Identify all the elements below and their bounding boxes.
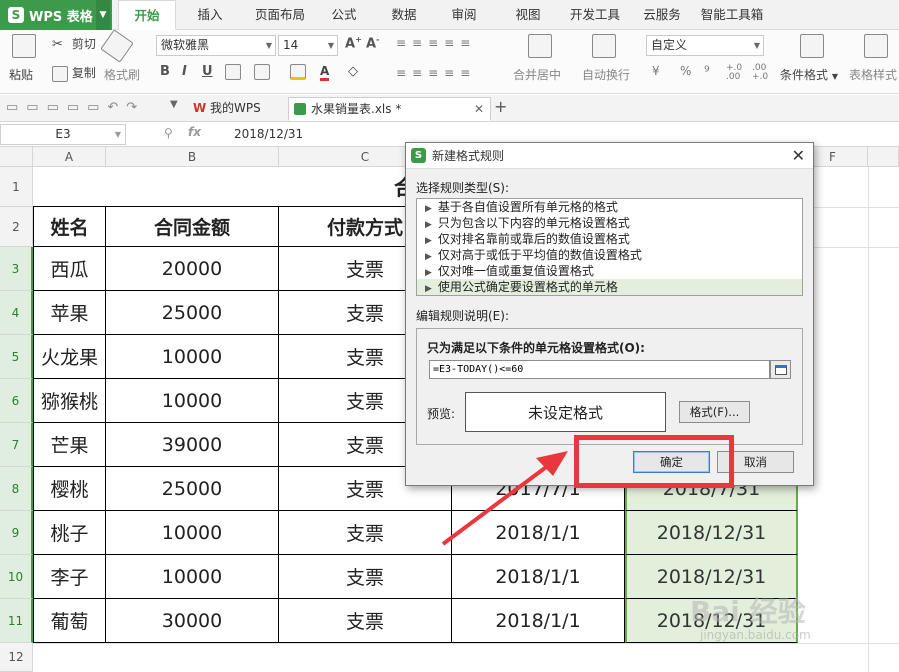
annotation-arrow-icon	[441, 451, 568, 546]
watermark-url: jingyan.baidu.com	[700, 628, 811, 642]
watermark-logo: Bai 经验	[690, 595, 806, 628]
